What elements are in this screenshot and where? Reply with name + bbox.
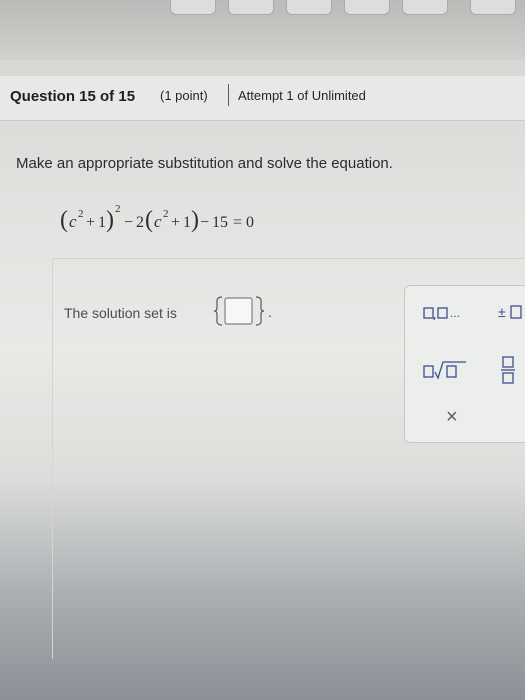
nth-root-button[interactable] xyxy=(423,360,467,380)
svg-text:): ) xyxy=(106,207,114,233)
problem-equation: ( c 2 + 1 ) 2 − 2 ( c 2 + 1 ) − 15 = 0 xyxy=(60,200,320,240)
svg-text:1: 1 xyxy=(98,214,106,231)
nav-button-6[interactable] xyxy=(470,0,516,15)
svg-text:2: 2 xyxy=(115,203,121,215)
solution-period: . xyxy=(268,304,272,320)
plus-minus-button[interactable]: ± xyxy=(498,304,522,320)
solution-set-label: The solution set is xyxy=(64,305,177,321)
svg-text:c: c xyxy=(154,212,162,231)
comma-list-dots: ... xyxy=(450,306,461,320)
problem-instruction: Make an appropriate substitution and sol… xyxy=(16,155,393,172)
nav-button-3[interactable] xyxy=(286,0,332,15)
svg-text:0: 0 xyxy=(246,214,254,231)
nav-button-4[interactable] xyxy=(344,0,390,15)
attempt-counter: Attempt 1 of Unlimited xyxy=(238,88,366,103)
svg-text:c: c xyxy=(69,212,77,231)
svg-text:2: 2 xyxy=(136,214,144,231)
svg-text:−: − xyxy=(124,214,133,231)
close-palette-icon[interactable]: × xyxy=(446,406,458,429)
svg-text:1: 1 xyxy=(183,214,191,231)
question-title: Question 15 of 15 xyxy=(10,88,136,105)
svg-text:+: + xyxy=(86,214,95,231)
equation-graphic: ( c 2 + 1 ) 2 − 2 ( c 2 + 1 ) − 15 = 0 xyxy=(60,203,254,233)
svg-text:15: 15 xyxy=(212,214,228,231)
svg-text:+: + xyxy=(171,214,180,231)
svg-text:2: 2 xyxy=(78,208,84,220)
question-points: (1 point) xyxy=(160,88,208,103)
nav-button-1[interactable] xyxy=(170,0,216,15)
svg-text:−: − xyxy=(200,214,209,231)
svg-text:(: ( xyxy=(60,207,68,233)
nav-button-5[interactable] xyxy=(402,0,448,15)
plus-minus-sign: ± xyxy=(498,304,506,320)
comma-list-button[interactable]: ... xyxy=(423,306,471,320)
svg-text:): ) xyxy=(191,207,199,233)
svg-text:(: ( xyxy=(145,207,153,233)
plus-minus-box-icon xyxy=(509,305,522,319)
header-divider xyxy=(228,84,229,106)
solution-set-input[interactable] xyxy=(220,297,258,325)
nth-root-icon xyxy=(423,361,466,380)
svg-text:=: = xyxy=(233,214,242,231)
math-palette: ... ± × xyxy=(404,285,525,443)
fraction-icon xyxy=(501,356,515,384)
nav-button-2[interactable] xyxy=(228,0,274,15)
browser-top-strip xyxy=(0,0,525,60)
svg-text:2: 2 xyxy=(163,208,169,220)
comma-list-icon xyxy=(423,307,448,320)
fraction-button[interactable] xyxy=(501,356,515,384)
